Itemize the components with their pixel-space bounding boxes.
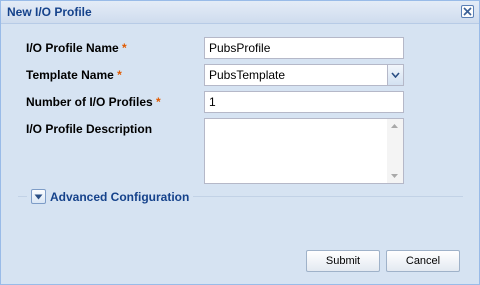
description-textarea[interactable] xyxy=(204,118,404,184)
profile-name-label: I/O Profile Name * xyxy=(26,41,127,55)
required-marker: * xyxy=(156,95,161,109)
dialog-title: New I/O Profile xyxy=(7,5,92,19)
advanced-configuration-toggle[interactable]: Advanced Configuration xyxy=(27,189,194,204)
scroll-up-icon[interactable] xyxy=(391,124,398,128)
num-profiles-label: Number of I/O Profiles * xyxy=(26,95,161,109)
new-io-profile-dialog: New I/O Profile I/O Profile Name * PubsP… xyxy=(0,0,480,285)
scroll-down-icon[interactable] xyxy=(391,174,398,178)
required-marker: * xyxy=(122,41,127,55)
expand-button[interactable] xyxy=(31,189,46,204)
template-name-label: Template Name * xyxy=(26,68,122,82)
dialog-titlebar[interactable]: New I/O Profile xyxy=(1,1,479,24)
close-button[interactable] xyxy=(461,5,474,18)
description-label: I/O Profile Description xyxy=(26,122,153,136)
chevron-down-icon xyxy=(34,194,43,200)
profile-name-input[interactable]: PubsProfile xyxy=(204,37,404,59)
submit-button[interactable]: Submit xyxy=(306,250,380,272)
close-icon xyxy=(463,7,472,16)
chevron-down-icon xyxy=(391,72,400,78)
required-marker: * xyxy=(117,68,122,82)
cancel-button[interactable]: Cancel xyxy=(386,250,460,272)
template-dropdown-trigger[interactable] xyxy=(387,64,404,86)
num-profiles-input[interactable]: 1 xyxy=(204,91,404,113)
advanced-configuration-label[interactable]: Advanced Configuration xyxy=(50,190,189,204)
description-scrollbar[interactable] xyxy=(387,119,403,183)
template-name-select[interactable]: PubsTemplate xyxy=(204,64,404,86)
